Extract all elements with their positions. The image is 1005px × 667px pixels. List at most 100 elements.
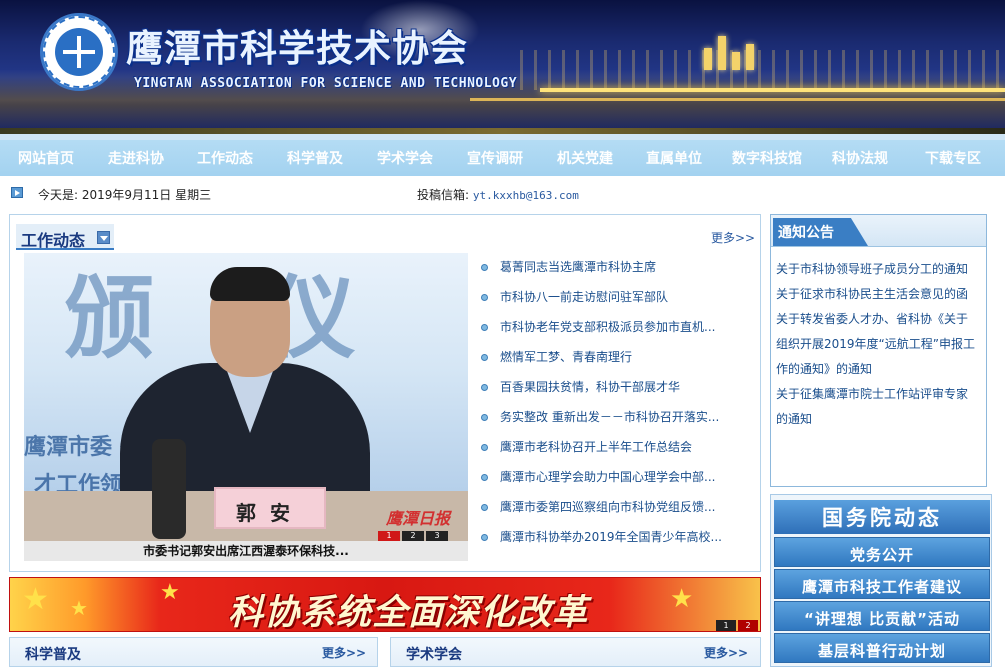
banner-skyline — [700, 30, 760, 70]
news-title[interactable]: 市科协老年党支部积极派员参加市直机... — [500, 318, 756, 335]
slide-dot-1[interactable]: 1 — [378, 531, 400, 541]
notice-item[interactable]: 关于征求市科协民主生活会意见的函 — [776, 282, 978, 307]
state-council-link[interactable]: 国务院动态 — [774, 500, 990, 534]
science-popularization-panel: 科学普及 更多>> — [9, 637, 378, 667]
nav-science[interactable]: 科学普及 — [270, 148, 360, 168]
association-logo[interactable] — [40, 13, 118, 91]
work-tab[interactable]: 工作动态 — [16, 224, 114, 250]
site-subtitle: YINGTAN ASSOCIATION FOR SCIENCE AND TECH… — [134, 76, 518, 91]
bullet-icon — [481, 294, 488, 301]
science-popularization-more[interactable]: 更多>> — [322, 644, 366, 661]
star-icon: ★ — [670, 584, 694, 614]
banner-city-lights — [520, 50, 1005, 90]
notice-item[interactable]: 关于转发省委人才办、省科协《关于组织开展2019年度“远航工程”申报工作的通知》… — [776, 307, 978, 382]
arrow-icon — [11, 187, 23, 198]
notice-header: 通知公告 — [771, 215, 986, 247]
news-item[interactable]: 鹰潭市科协举办2019年全国青少年高校... — [481, 527, 757, 557]
work-news-panel: 工作动态 更多>> 颁 仪 鹰潭市委 ～组办公 才工作领 贵溪市 郭安 鹰潭日报… — [9, 214, 761, 572]
photo-cup — [152, 439, 186, 539]
ideals-contribution-button[interactable]: “讲理想 比贡献”活动 — [774, 601, 990, 631]
bullet-icon — [481, 504, 488, 511]
academic-societies-more[interactable]: 更多>> — [704, 644, 748, 661]
state-council-label: 国务院动态 — [822, 506, 942, 530]
work-more-link[interactable]: 更多>> — [711, 229, 755, 246]
news-title[interactable]: 务实整改 重新出发－－市科协召开落实... — [500, 408, 756, 425]
slide-dot-2[interactable]: 2 — [402, 531, 424, 541]
nameplate-text: 郭安 — [236, 501, 304, 525]
notice-list[interactable]: 关于市科协领导班子成员分工的通知 关于征求市科协民主生活会意见的函 关于转发省委… — [776, 257, 978, 467]
nav-downloads[interactable]: 下载专区 — [904, 148, 1002, 168]
nav-work[interactable]: 工作动态 — [180, 148, 270, 168]
bullet-icon — [481, 474, 488, 481]
today-date: 今天是: 2019年9月11日 星期三 — [38, 188, 212, 202]
science-popularization-title[interactable]: 科学普及 — [25, 644, 81, 664]
mailbox-label: 投稿信箱: — [417, 188, 473, 202]
news-item[interactable]: 市科协八一前走访慰问驻军部队 — [481, 287, 757, 317]
site-title: 鹰潭市科学技术协会 — [126, 27, 468, 70]
slide-dot-3[interactable]: 3 — [426, 531, 448, 541]
work-tab-title: 工作动态 — [21, 231, 86, 250]
news-title[interactable]: 百香果园扶贫情，科协干部展才华 — [500, 378, 756, 395]
news-item[interactable]: 鹰潭市老科协召开上半年工作总结会 — [481, 437, 757, 467]
nav-digital-museum[interactable]: 数字科技馆 — [718, 148, 816, 168]
bullet-icon — [481, 414, 488, 421]
submission-mailbox: 投稿信箱: yt.kxxhb@163.com — [417, 186, 579, 203]
mailbox-address[interactable]: yt.kxxhb@163.com — [473, 189, 579, 202]
academic-societies-panel: 学术学会 更多>> — [390, 637, 761, 667]
news-title[interactable]: 鹰潭市委第四巡察组向市科协党组反馈... — [500, 498, 756, 515]
banner-dot-1[interactable]: 1 — [716, 620, 736, 631]
news-item[interactable]: 燃情军工梦、青春南理行 — [481, 347, 757, 377]
news-item[interactable]: 务实整改 重新出发－－市科协召开落实... — [481, 407, 757, 437]
news-title[interactable]: 燃情军工梦、青春南理行 — [500, 348, 756, 365]
news-title[interactable]: 鹰潭市老科协召开上半年工作总结会 — [500, 438, 756, 455]
news-title[interactable]: 鹰潭市科协举办2019年全国青少年高校... — [500, 528, 756, 545]
news-title[interactable]: 葛菁同志当选鹰潭市科协主席 — [500, 258, 756, 275]
banner-dot-2[interactable]: 2 — [738, 620, 758, 631]
photo-caption[interactable]: 市委书记郭安出席江西渥泰环保科技... — [24, 541, 468, 561]
news-item[interactable]: 市科协老年党支部积极派员参加市直机... — [481, 317, 757, 347]
nav-regulations[interactable]: 科协法规 — [816, 148, 904, 168]
reform-banner[interactable]: ★ ★ ★ ★ 科协系统全面深化改革 1 2 — [9, 577, 761, 632]
party-affairs-button[interactable]: 党务公开 — [774, 537, 990, 567]
nav-academic[interactable]: 学术学会 — [360, 148, 450, 168]
nav-home[interactable]: 网站首页 — [0, 148, 92, 168]
bullet-icon — [481, 324, 488, 331]
notice-title[interactable]: 通知公告 — [778, 222, 834, 242]
banner-bridge-lights — [470, 98, 1005, 101]
reform-slogan: 科协系统全面深化改革 — [228, 593, 589, 632]
quick-links-panel: 国务院动态 党务公开 鹰潭市科技工作者建议 “讲理想 比贡献”活动 基层科普行动… — [770, 494, 992, 667]
party-affairs-label: 党务公开 — [849, 546, 914, 564]
bullet-icon — [481, 264, 488, 271]
news-item[interactable]: 鹰潭市心理学会助力中国心理学会中部... — [481, 467, 757, 497]
logo-emblem-icon — [55, 28, 103, 76]
notice-item[interactable]: 关于市科协领导班子成员分工的通知 — [776, 257, 978, 282]
ideals-contribution-label: “讲理想 比贡献”活动 — [804, 610, 960, 628]
news-title[interactable]: 市科协八一前走访慰问驻军部队 — [500, 288, 756, 305]
banner-pager: 1 2 — [714, 620, 758, 631]
nav-party[interactable]: 机关党建 — [540, 148, 630, 168]
star-icon: ★ — [22, 582, 49, 617]
news-item[interactable]: 葛菁同志当选鹰潭市科协主席 — [481, 257, 757, 287]
notice-panel: 通知公告 关于市科协领导班子成员分工的通知 关于征求市科协民主生活会意见的函 关… — [770, 214, 987, 487]
notice-item[interactable]: 关于征集鹰潭市院士工作站评审专家的通知 — [776, 382, 978, 432]
photo-watermark: 鹰潭日报 — [386, 509, 451, 528]
main-nav: 网站首页 走进科协 工作动态 科学普及 学术学会 宣传调研 机关党建 直属单位 … — [0, 140, 1005, 176]
nav-units[interactable]: 直属单位 — [630, 148, 718, 168]
star-icon: ★ — [70, 596, 88, 620]
date-bar: 今天是: 2019年9月11日 星期三 投稿信箱: yt.kxxhb@163.c… — [0, 176, 1005, 209]
news-photo-slideshow[interactable]: 颁 仪 鹰潭市委 ～组办公 才工作领 贵溪市 郭安 鹰潭日报 1 2 3 市委书… — [24, 253, 468, 561]
academic-societies-title[interactable]: 学术学会 — [406, 644, 462, 664]
nav-publicity[interactable]: 宣传调研 — [450, 148, 540, 168]
worker-suggestions-button[interactable]: 鹰潭市科技工作者建议 — [774, 569, 990, 599]
grassroots-science-label: 基层科普行动计划 — [817, 642, 946, 660]
header-banner: 鹰潭市科学技术协会 YINGTAN ASSOCIATION FOR SCIENC… — [0, 0, 1005, 140]
photo-nameplate: 郭安 — [214, 487, 326, 529]
news-item[interactable]: 百香果园扶贫情，科协干部展才华 — [481, 377, 757, 407]
news-item[interactable]: 鹰潭市委第四巡察组向市科协党组反馈... — [481, 497, 757, 527]
dropdown-arrow-icon[interactable] — [97, 231, 110, 244]
worker-suggestions-label: 鹰潭市科技工作者建议 — [801, 578, 962, 596]
grassroots-science-button[interactable]: 基层科普行动计划 — [774, 633, 990, 663]
nav-about[interactable]: 走进科协 — [92, 148, 180, 168]
bullet-icon — [481, 384, 488, 391]
news-title[interactable]: 鹰潭市心理学会助力中国心理学会中部... — [500, 468, 756, 485]
